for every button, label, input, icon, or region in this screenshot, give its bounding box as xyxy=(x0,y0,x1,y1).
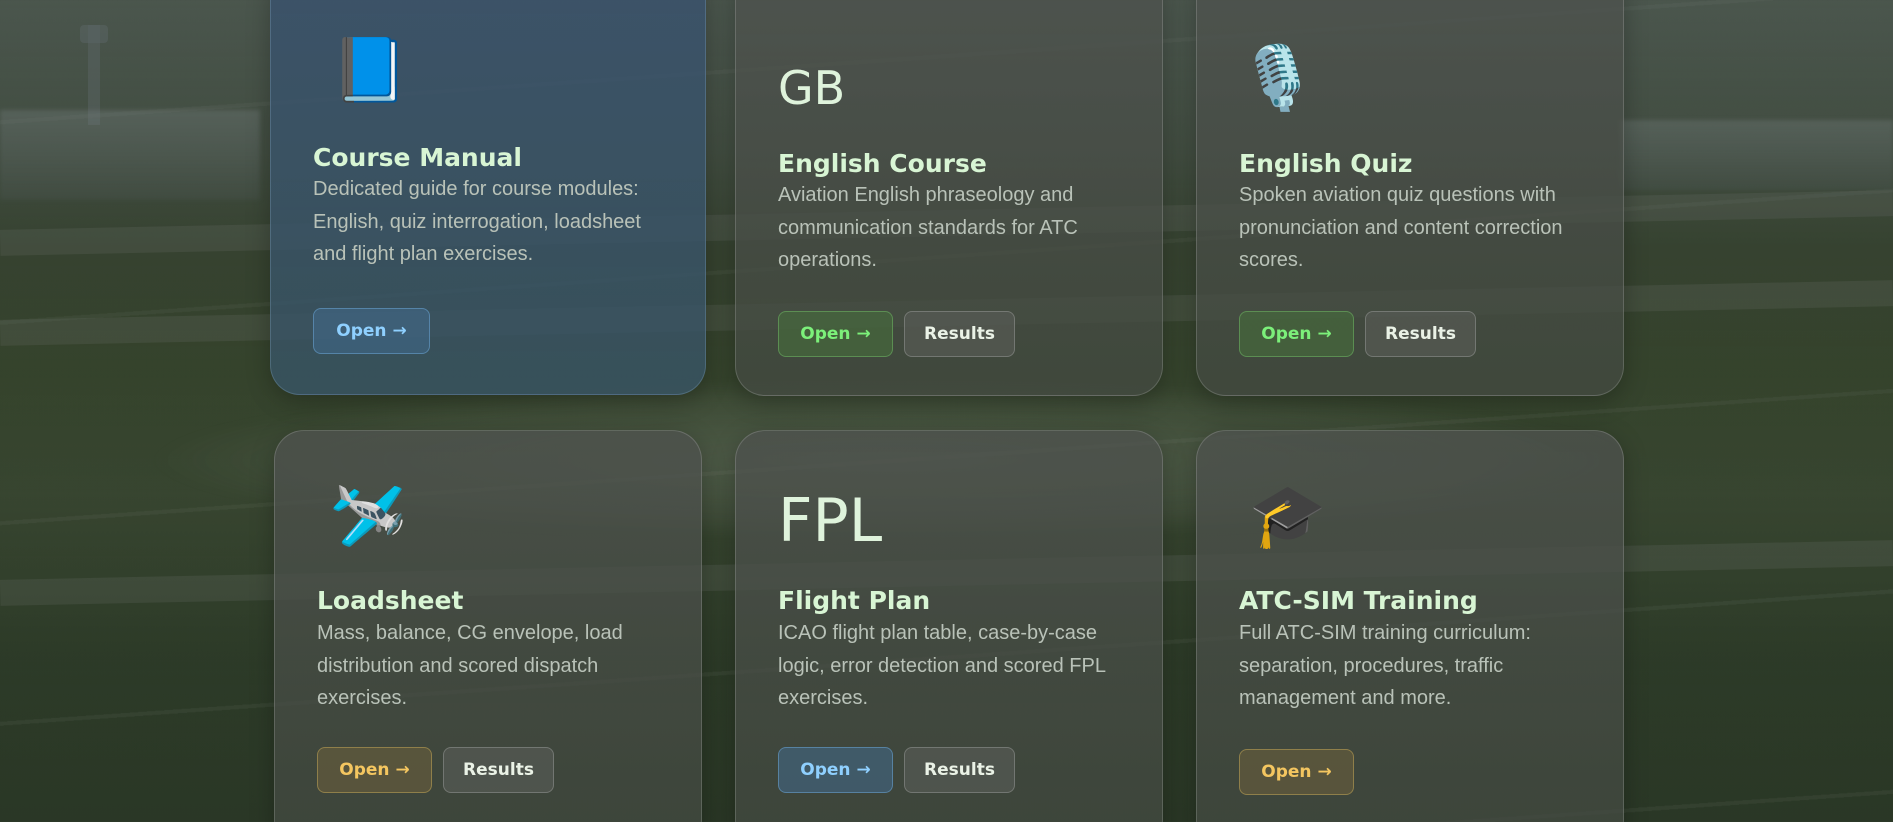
card-title: Flight Plan xyxy=(778,586,931,615)
card-title: Loadsheet xyxy=(317,586,464,615)
card-title: English Course xyxy=(778,149,987,178)
card-english-quiz: 🎙️ English Quiz Spoken aviation quiz que… xyxy=(1196,0,1624,396)
card-title: English Quiz xyxy=(1239,149,1413,178)
card-description: Mass, balance, CG envelope, load distrib… xyxy=(317,622,623,709)
background-terminal-left xyxy=(0,110,260,200)
results-button[interactable]: Results xyxy=(1365,311,1476,357)
card-english-course: GB English Course Aviation English phras… xyxy=(735,0,1163,396)
results-button[interactable]: Results xyxy=(904,747,1015,793)
book-icon: 📘 xyxy=(331,33,409,106)
card-description: ICAO flight plan table, case-by-case log… xyxy=(778,622,1106,709)
open-button[interactable]: Open → xyxy=(1239,749,1354,795)
card-atc-sim-training: 🎓 ATC-SIM Training Full ATC-SIM training… xyxy=(1196,430,1624,822)
card-description: Spoken aviation quiz questions with pron… xyxy=(1239,184,1563,271)
card-description: Full ATC-SIM training curriculum: separa… xyxy=(1239,622,1531,709)
fpl-icon: FPL xyxy=(778,486,883,556)
microphone-icon: 🎙️ xyxy=(1239,41,1317,114)
background-terminal-right xyxy=(1620,120,1893,190)
card-loadsheet: 🛩️ Loadsheet Mass, balance, CG envelope,… xyxy=(274,430,702,822)
card-description: Dedicated guide for course modules: Engl… xyxy=(313,178,641,265)
gb-flag-icon: GB xyxy=(778,61,846,115)
open-button[interactable]: Open → xyxy=(1239,311,1354,357)
open-button[interactable]: Open → xyxy=(778,747,893,793)
open-button[interactable]: Open → xyxy=(317,747,432,793)
card-title: Course Manual xyxy=(313,143,522,172)
results-button[interactable]: Results xyxy=(443,747,554,793)
card-course-manual: 📘 Course Manual Dedicated guide for cour… xyxy=(270,0,706,395)
results-button[interactable]: Results xyxy=(904,311,1015,357)
airplane-icon: 🛩️ xyxy=(329,479,407,552)
card-title: ATC-SIM Training xyxy=(1239,586,1478,615)
card-flight-plan: FPL Flight Plan ICAO flight plan table, … xyxy=(735,430,1163,822)
card-description: Aviation English phraseology and communi… xyxy=(778,184,1078,271)
graduation-cap-icon: 🎓 xyxy=(1249,479,1327,552)
open-button[interactable]: Open → xyxy=(778,311,893,357)
open-button[interactable]: Open → xyxy=(313,308,430,354)
